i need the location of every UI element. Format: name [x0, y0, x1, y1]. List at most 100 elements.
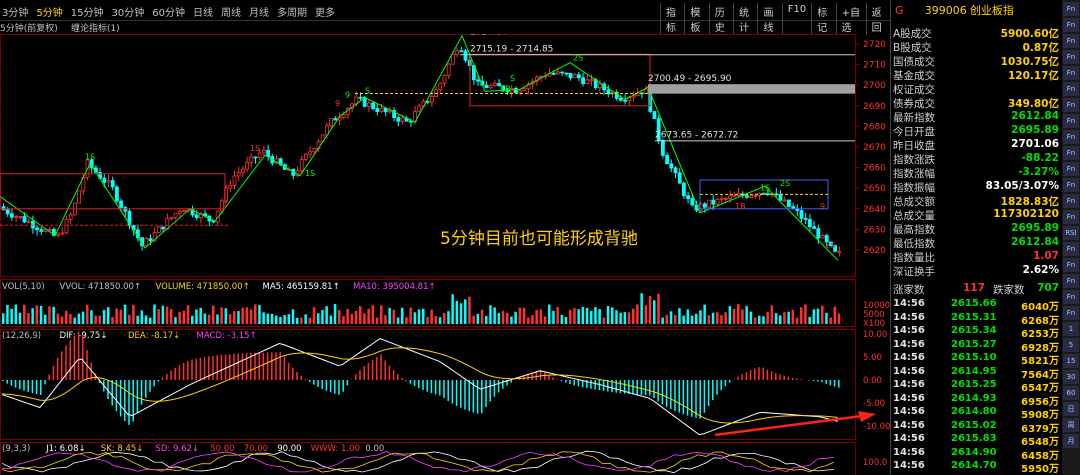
candle-body — [560, 71, 564, 74]
strip-button-0[interactable]: Fn — [1063, 2, 1079, 16]
volume-tick-label: X100 — [863, 319, 885, 329]
candle-body — [119, 200, 123, 208]
tick-price: 2615.27 — [951, 338, 997, 350]
candle-body — [358, 96, 363, 99]
stat-label: 最新指数 — [893, 112, 935, 124]
kdj-pane: (9,3,3) J1: 6.08↓ SK: 8.45↓ SD: 9.62↓ 50.00 7… — [1, 444, 887, 474]
strip-button-7[interactable]: Fn — [1063, 114, 1079, 128]
strip-button-5[interactable]: Fn — [1063, 82, 1079, 96]
volume-bar — [191, 315, 194, 324]
kdj-legend-item: SD: 9.62↓ — [156, 444, 200, 454]
adjust-mode-label[interactable]: 5分钟(前复权) — [0, 24, 58, 34]
up-count-label: 涨家数 — [893, 284, 925, 296]
volume-bar — [632, 308, 635, 324]
period-tab-7[interactable]: 月线 — [249, 4, 269, 19]
stat-row: 指数涨跌 -88.22 — [893, 152, 1061, 166]
period-tab-5[interactable]: 日线 — [193, 4, 213, 19]
volume-bar — [518, 307, 522, 324]
strip-button-20[interactable]: 1 — [1063, 322, 1079, 336]
strip-button-19[interactable]: Fn — [1063, 306, 1079, 320]
volume-bar — [728, 306, 732, 324]
strip-button-4[interactable]: Fn — [1063, 66, 1079, 80]
strip-button-23[interactable]: 30 — [1063, 370, 1079, 384]
stat-label: 指数涨跌 — [893, 154, 935, 166]
strip-button-21[interactable]: 5 — [1063, 338, 1079, 352]
strip-button-3[interactable]: Fn — [1063, 50, 1079, 64]
volume-bar — [296, 317, 299, 324]
kline-chart[interactable]: 2720 2710 2700 2690 2680 2670 2660 2650 2640 2630… — [0, 34, 890, 475]
volume-bar — [417, 309, 421, 324]
volume-bar — [266, 313, 270, 324]
kdj-legend-item: 0.00 — [365, 444, 384, 454]
volume-bar — [695, 313, 698, 324]
strip-button-24[interactable]: 60 — [1063, 386, 1079, 400]
quote-header: G 399006 创业板指 — [891, 2, 1063, 18]
volume-bar — [472, 315, 475, 324]
strip-button-25[interactable]: 日 — [1063, 402, 1079, 416]
candle-body — [799, 210, 804, 219]
strip-button-14[interactable]: RSI — [1063, 226, 1079, 240]
kdj-legend-item: (9,3,3) — [2, 444, 30, 454]
stat-label: 今日开盘 — [893, 126, 935, 138]
volume-bar — [829, 317, 832, 324]
volume-bar — [237, 311, 240, 324]
candle-body — [236, 172, 241, 177]
volume-bar — [514, 311, 517, 324]
macd-legend-item: MACD: -3.15↑ — [197, 331, 257, 341]
strip-button-27[interactable]: 月 — [1063, 434, 1079, 448]
stat-label: 深证换手 — [893, 266, 935, 278]
range-label: 2715.19 - 2714.85 — [470, 44, 553, 54]
strip-button-6[interactable]: Fn — [1063, 98, 1079, 112]
period-tab-9[interactable]: 更多 — [315, 4, 335, 19]
volume-bar — [774, 313, 778, 324]
volume-bar — [312, 307, 316, 324]
macd-tick-label: 0.00 — [863, 376, 882, 386]
stat-value: 2612.84 — [1011, 236, 1059, 248]
volume-bar — [699, 310, 702, 324]
strip-button-22[interactable]: 15 — [1063, 354, 1079, 368]
signal-mark: S — [510, 74, 515, 83]
period-tab-0[interactable]: 3分钟 — [2, 4, 28, 19]
candle-body — [64, 218, 69, 234]
period-tab-1[interactable]: 5分钟 — [36, 4, 62, 19]
period-tab-3[interactable]: 30分钟 — [111, 4, 144, 19]
volume-bar — [115, 308, 118, 324]
stat-row: 昨日收盘 2701.06 — [893, 138, 1061, 152]
price-tick-label: 2660 — [863, 164, 886, 174]
period-tab-6[interactable]: 周线 — [221, 4, 241, 19]
strip-button-1[interactable]: Fn — [1063, 18, 1079, 32]
strip-button-18[interactable]: Fn — [1063, 290, 1079, 304]
period-tab-2[interactable]: 15分钟 — [71, 4, 104, 19]
period-tab-4[interactable]: 60分钟 — [152, 4, 185, 19]
tick-time: 14:56 — [893, 392, 925, 404]
candle-body — [778, 193, 783, 201]
volume-bar — [10, 308, 13, 324]
volume-bar — [535, 310, 538, 324]
volume-bar — [766, 311, 769, 324]
strip-button-16[interactable]: Fn — [1063, 258, 1079, 272]
candle-body — [442, 74, 447, 84]
kdj-legend-item: SK: 8.45↓ — [101, 444, 144, 454]
strip-button-26[interactable]: 周 — [1063, 418, 1079, 432]
strip-button-9[interactable]: Fn — [1063, 146, 1079, 160]
strip-button-15[interactable]: Fn — [1063, 242, 1079, 256]
strip-button-8[interactable]: Fn — [1063, 130, 1079, 144]
indicator-name-label[interactable]: 缠论指标(1) — [71, 24, 120, 34]
volume-bar — [627, 312, 631, 324]
volume-bar — [245, 307, 249, 324]
volume-pane: VOL(5,10) VVOL: 471850.00↑ VOLUME: 471850.… — [2, 282, 890, 329]
chan-stroke-line — [0, 34, 839, 261]
volume-bar — [548, 304, 551, 324]
volume-bar — [241, 307, 244, 324]
strip-button-17[interactable]: Fn — [1063, 274, 1079, 288]
period-tab-8[interactable]: 多周期 — [277, 4, 307, 19]
strip-button-2[interactable]: Fn — [1063, 34, 1079, 48]
strip-button-13[interactable]: Fn — [1063, 210, 1079, 224]
strip-button-11[interactable]: Fn — [1063, 178, 1079, 192]
period-tabs: 3分钟 5分钟 15分钟 30分钟 60分钟 日线 周线 月线 多周期 更多 — [2, 4, 335, 19]
stat-value: 2612.84 — [1011, 110, 1059, 122]
down-count: 707 — [1037, 282, 1059, 294]
strip-button-12[interactable]: Fn — [1063, 194, 1079, 208]
stat-row: 基金成交 120.17亿 — [893, 68, 1061, 82]
strip-button-10[interactable]: Fn — [1063, 162, 1079, 176]
